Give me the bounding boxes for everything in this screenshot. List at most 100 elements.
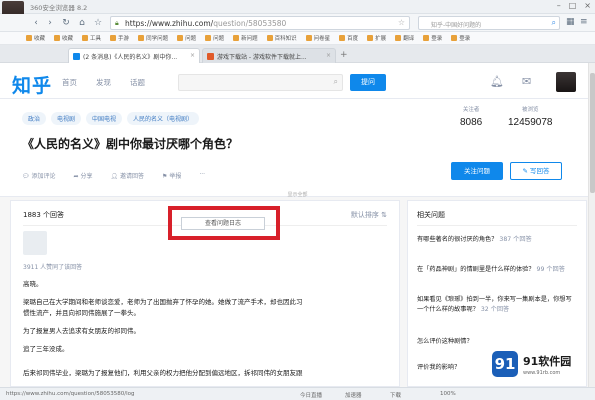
bookmark-icon (205, 35, 212, 41)
forward-icon[interactable]: › (44, 17, 56, 29)
related-answer-count: 387 个回答 (499, 236, 532, 243)
bookmark-item[interactable]: 收藏 (26, 34, 45, 42)
answer-count: 1883 个回答 (23, 211, 65, 219)
maximize-icon[interactable]: □ (569, 1, 577, 10)
window-title: 360安全浏览器 8.2 (30, 4, 88, 12)
related-answer-count: 32 个回答 (480, 306, 510, 313)
status-live[interactable]: 今日直播 (300, 391, 322, 399)
related-question[interactable]: 在「药品神剧」的情剧里是什么样的体验？ 99 个回答 (417, 265, 577, 275)
bookmark-item[interactable]: 百科知识 (266, 34, 297, 42)
bookmark-item[interactable]: 问题 (205, 34, 224, 42)
sort-dropdown[interactable]: 默认排序 ⇅ (351, 210, 387, 220)
bookmark-item[interactable]: 翻译 (395, 34, 414, 42)
answer-paragraph: 为了报复男人去追求有女朋友的祁同伟。 (23, 327, 140, 335)
search-placeholder: 知乎-中国好问题的 (431, 22, 482, 29)
topic-tag[interactable]: 政治 (22, 112, 47, 125)
zhihu-logo[interactable]: 知乎 (12, 71, 52, 98)
bookmark-item[interactable]: 工具 (82, 34, 101, 42)
answer-author-avatar[interactable] (23, 231, 47, 255)
search-icon[interactable]: ⌕ (334, 77, 338, 87)
invite-button[interactable]: 👤︎ 邀请回答 (111, 171, 145, 180)
bookmark-item[interactable]: 新问题 (233, 34, 258, 42)
favorite-icon[interactable]: ☆ (398, 18, 405, 27)
topic-tag[interactable]: 电视剧 (51, 112, 82, 125)
report-button[interactable]: ⚑ 举报 (162, 171, 181, 180)
extensions-icon[interactable]: ▦ (566, 17, 575, 27)
share-button[interactable]: ➦ 分享 (74, 171, 93, 180)
tab-close-icon[interactable]: × (190, 52, 195, 59)
bookmark-icon (451, 35, 458, 41)
more-button[interactable]: ··· (199, 171, 205, 180)
notification-bell-icon[interactable]: 🔔︎ (490, 75, 504, 88)
zhihu-favicon-icon (73, 53, 80, 60)
address-bar[interactable]: 🔒︎ https://www.zhihu.com/question/580535… (110, 16, 410, 30)
question-header: 政治 电视剧 中国电视 人民的名义（电视剧） 《人民的名义》剧中你最讨厌哪个角色… (0, 99, 595, 198)
back-icon[interactable]: ‹ (30, 17, 42, 29)
bookmark-item[interactable]: 扩展 (367, 34, 386, 42)
bookmark-item[interactable]: 手游 (110, 34, 129, 42)
followers-stat[interactable]: 关注者 8086 (460, 105, 482, 128)
bookmark-item[interactable]: 问题 (177, 34, 196, 42)
share-label: 分享 (80, 173, 93, 180)
topic-tag[interactable]: 中国电视 (86, 112, 123, 125)
bookmark-item[interactable]: 登录 (451, 34, 470, 42)
user-avatar[interactable] (556, 72, 576, 92)
nav-topics[interactable]: 话题 (130, 77, 145, 88)
related-question[interactable]: 怎么评价这种剧情？ (417, 337, 577, 347)
bookmark-label: 问卷星 (313, 36, 331, 42)
nav-home[interactable]: 首页 (62, 77, 77, 88)
bookmark-item[interactable]: 收藏 (54, 34, 73, 42)
topic-tag[interactable]: 人民的名义（电视剧） (127, 112, 200, 125)
home-icon[interactable]: ⌂ (76, 17, 88, 29)
tab-zhihu[interactable]: (2 条消息)《人民的名义》剧中你... × (68, 48, 200, 63)
bookmark-item[interactable]: 同学问题 (138, 34, 168, 42)
tab-bar: (2 条消息)《人民的名义》剧中你... × 游戏下载站 - 游戏软件下载就上.… (0, 45, 595, 63)
messages-icon[interactable]: ✉ (522, 75, 531, 88)
add-comment-label: 添加评论 (31, 173, 56, 180)
zhihu-search-input[interactable]: ⌕ (178, 74, 343, 91)
write-answer-button[interactable]: ✎ 写回答 (510, 162, 562, 180)
status-download[interactable]: 下载 (390, 391, 401, 399)
ask-question-button[interactable]: 提问 (350, 74, 386, 91)
browser-search-input[interactable]: 知乎-中国好问题的 ⌕ (418, 16, 560, 30)
followers-count: 8086 (460, 117, 483, 128)
page-scrollbar[interactable] (588, 63, 595, 387)
sort-label: 默认排序 (350, 211, 379, 219)
question-title: 《人民的名义》剧中你最讨厌哪个角色？ (22, 137, 239, 151)
watermark-logo: 91 (492, 351, 518, 377)
related-question-text: 在「药品神剧」的情剧里是什么样的体验？ (417, 266, 535, 273)
answer-paragraph: 惯性流产，并且向祁同伟施展了一拳头。 (23, 309, 140, 317)
add-comment-button[interactable]: 💬︎ 添加评论 (22, 171, 56, 180)
menu-icon[interactable]: ≡ (580, 17, 588, 27)
bookmark-label: 问题 (213, 36, 225, 42)
refresh-icon[interactable]: ↻ (60, 17, 72, 29)
nav-explore[interactable]: 发现 (96, 77, 111, 88)
divider (417, 225, 577, 226)
search-icon[interactable]: ⌕ (552, 18, 556, 28)
bookmark-star-icon[interactable]: ☆ (92, 17, 104, 29)
status-zoom[interactable]: 100% (440, 391, 456, 397)
answer-paragraph: 高晓。 (23, 280, 43, 288)
bookmark-item[interactable]: 问卷星 (305, 34, 331, 42)
close-icon[interactable]: × (584, 1, 591, 10)
tab-close-icon[interactable]: × (326, 52, 331, 59)
follow-question-button[interactable]: 关注问题 (451, 162, 503, 180)
minimize-icon[interactable]: – (557, 1, 561, 10)
status-accelerator[interactable]: 加速器 (345, 391, 362, 399)
scrollbar-thumb[interactable] (590, 73, 595, 193)
new-tab-icon[interactable]: + (340, 50, 348, 60)
bookmark-icon (339, 35, 346, 41)
bookmark-item[interactable]: 百度 (339, 34, 358, 42)
zhihu-header: 知乎 首页 发现 话题 ⌕ 提问 🔔︎ ✉ (0, 63, 595, 99)
bookmark-label: 百度 (347, 36, 359, 42)
bookmark-icon (395, 35, 402, 41)
answer-paragraph: 后来祁同伟毕业，梁璐为了报复他们，利用父亲的权力把他分配到偏远地区，拆祁同伟的女… (23, 369, 303, 377)
related-question-text: 怎么评价这种剧情？ (417, 338, 473, 345)
related-question[interactable]: 有哪些著名的很讨厌的角色？ 387 个回答 (417, 235, 577, 245)
related-heading: 相关问题 (417, 211, 445, 219)
related-answer-count: 99 个回答 (536, 266, 565, 273)
related-question[interactable]: 如果看见《琅琊》拍到一半，你来写一集剧本是，你想写一个什么样的故事呢？ 32 个… (417, 295, 577, 315)
bookmark-item[interactable]: 登录 (423, 34, 442, 42)
tab-download-site[interactable]: 游戏下载站 - 游戏软件下载就上... × (202, 48, 336, 63)
bookmark-label: 登录 (459, 36, 471, 42)
